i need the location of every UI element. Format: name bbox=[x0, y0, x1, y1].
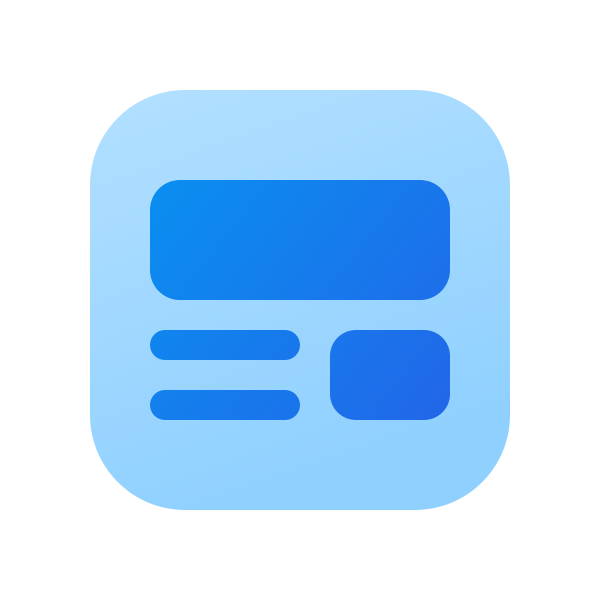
icon-canvas bbox=[0, 0, 600, 600]
layout-dashboard-icon bbox=[90, 90, 510, 510]
text-line-top bbox=[150, 330, 300, 360]
text-line-bottom bbox=[150, 390, 300, 420]
header-block bbox=[150, 180, 450, 300]
side-card bbox=[330, 330, 450, 420]
